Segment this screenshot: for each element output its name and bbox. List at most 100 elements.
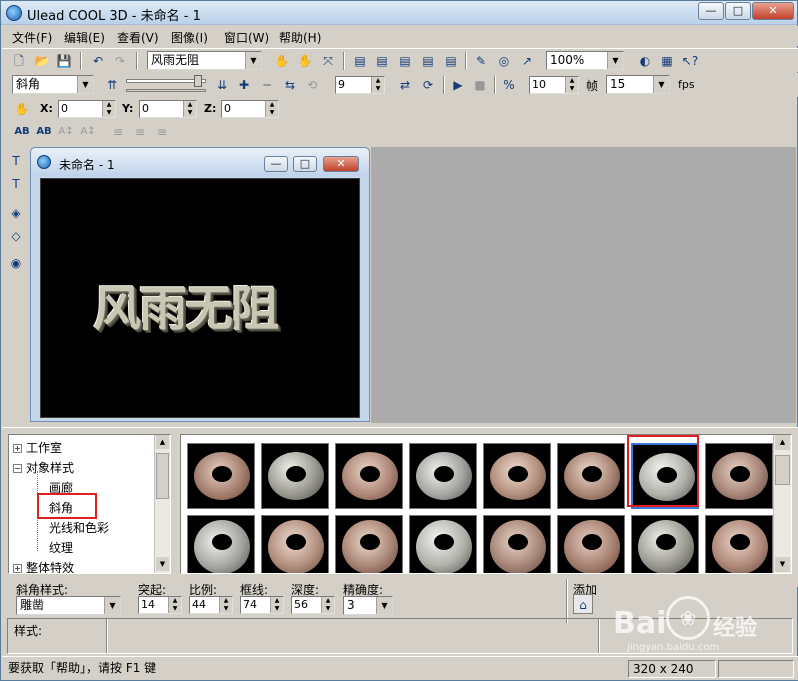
menu-edit[interactable]: 编辑(E) — [64, 29, 105, 46]
spin-arrows-icon[interactable]: ▲ ▼ — [270, 597, 283, 613]
bevel-style-thumbnail[interactable] — [335, 443, 403, 509]
tree-item-texture[interactable]: 纹理 — [49, 539, 73, 556]
graphic-icon[interactable]: ◉ — [6, 253, 26, 273]
ratio-spin[interactable]: 44 ▲ ▼ — [189, 596, 233, 614]
x-position-spin[interactable]: 0 ▲ ▼ — [58, 100, 116, 118]
spin-arrows-icon[interactable]: ▲ ▼ — [183, 101, 196, 117]
maximize-button[interactable]: □ — [725, 2, 751, 20]
bevel-style-thumbnail[interactable] — [557, 515, 625, 573]
tree-item-studio[interactable]: + 工作室 — [13, 439, 62, 456]
collapse-icon[interactable]: − — [13, 464, 22, 473]
insert-text-icon[interactable]: T — [6, 151, 26, 171]
chevron-down-icon[interactable]: ▼ — [104, 597, 120, 614]
bevel-style-thumbnail[interactable] — [627, 435, 699, 509]
scroll-down-icon[interactable]: ▼ — [156, 557, 169, 571]
redo-icon[interactable]: ↷ — [110, 51, 130, 71]
loop-icon[interactable]: ⟳ — [418, 75, 438, 95]
bevel-style-thumbnail[interactable] — [705, 443, 773, 509]
bevel-style-thumbnail[interactable] — [483, 515, 551, 573]
chevron-down-icon[interactable]: ▼ — [77, 76, 93, 93]
bevel-style-thumbnail[interactable] — [631, 515, 699, 573]
stop-icon[interactable]: ■ — [470, 75, 490, 95]
align-right-icon[interactable]: ≡ — [152, 122, 172, 142]
layer-down-icon[interactable]: ▤ — [418, 51, 438, 71]
globe-icon[interactable]: ◎ — [494, 51, 514, 71]
frame-number-spin[interactable]: 9 ▲ ▼ — [335, 76, 385, 94]
select-object-icon[interactable]: ◇ — [6, 226, 26, 246]
minimize-button[interactable]: — — [698, 2, 724, 20]
render-canvas[interactable]: 风雨无阻 — [40, 178, 360, 418]
chevron-down-icon[interactable]: ▼ — [607, 52, 623, 69]
menu-file[interactable]: 文件(F) — [12, 29, 52, 46]
tree-item-light-color[interactable]: 光线和色彩 — [49, 519, 109, 536]
close-button[interactable]: ✕ — [752, 2, 794, 20]
layer-fit-icon[interactable]: ▤ — [441, 51, 461, 71]
layer-up-icon[interactable]: ▤ — [395, 51, 415, 71]
undo-icon[interactable]: ↶ — [88, 51, 108, 71]
expand-icon[interactable]: + — [13, 444, 22, 453]
scroll-thumb[interactable] — [775, 455, 790, 485]
spin-arrows-icon[interactable]: ▲ ▼ — [102, 101, 115, 117]
layer-front-icon[interactable]: ▤ — [350, 51, 370, 71]
spin-arrows-icon[interactable]: ▲ ▼ — [321, 597, 334, 613]
precision-combo[interactable]: 3 ▼ — [343, 596, 393, 615]
bevel-style-thumbnail[interactable] — [705, 515, 773, 573]
depth-spin[interactable]: 56 ▲ ▼ — [291, 596, 335, 614]
spin-arrows-icon[interactable]: ▲ ▼ — [219, 597, 232, 613]
layer-back-icon[interactable]: ▤ — [372, 51, 392, 71]
expand-icon[interactable]: + — [13, 564, 22, 573]
position-mode-icon[interactable]: ✋ — [12, 99, 32, 119]
gallery-scrollbar[interactable]: ▲ ▼ — [773, 435, 791, 573]
swap-icon[interactable]: ⇄ — [395, 75, 415, 95]
spin-arrows-icon[interactable]: ▲ ▼ — [565, 77, 578, 93]
hand-move-icon[interactable]: ✋ — [272, 51, 292, 71]
align-left-icon[interactable]: ≡ — [108, 122, 128, 142]
doc-minimize-button[interactable]: — — [264, 156, 288, 172]
last-frame-icon[interactable]: ⇊ — [212, 75, 232, 95]
z-position-spin[interactable]: 0 ▲ ▼ — [221, 100, 279, 118]
first-frame-icon[interactable]: ⇈ — [102, 75, 122, 95]
menu-view[interactable]: 查看(V) — [117, 29, 159, 46]
play-icon[interactable]: ▶ — [448, 75, 468, 95]
spin-arrows-icon[interactable]: ▲ ▼ — [371, 77, 384, 93]
tree-item-object-style[interactable]: − 对象样式 — [13, 459, 74, 476]
chevron-down-icon[interactable]: ▼ — [245, 52, 261, 69]
menu-window[interactable]: 窗口(W) — [224, 29, 269, 46]
resize-icon[interactable]: ⤧ — [318, 51, 338, 71]
context-help-icon[interactable]: ↖? — [680, 51, 700, 71]
total-frames-spin[interactable]: 10 ▲ ▼ — [529, 76, 579, 94]
tree-item-global-effects[interactable]: + 整体特效 — [13, 559, 74, 573]
text-spacing-wide-icon[interactable]: AB — [12, 122, 32, 142]
text-spacing-narrow-icon[interactable]: AB — [34, 122, 54, 142]
scroll-thumb[interactable] — [156, 453, 169, 499]
add-to-gallery-icon[interactable]: ⌂ — [573, 594, 593, 614]
render-icon[interactable]: ◐ — [635, 51, 655, 71]
protrude-spin[interactable]: 14 ▲ ▼ — [138, 596, 182, 614]
tree-scrollbar[interactable]: ▲ ▼ — [154, 435, 170, 573]
y-position-spin[interactable]: 0 ▲ ▼ — [139, 100, 197, 118]
object-type-combo[interactable]: 斜角 ▼ — [12, 75, 94, 94]
add-keyframe-icon[interactable]: ✚ — [234, 75, 254, 95]
bevel-style-combo[interactable]: 雕凿 ▼ — [16, 596, 121, 615]
rotate-hand-icon[interactable]: ✋ — [295, 51, 315, 71]
fps-combo[interactable]: 15 ▼ — [606, 75, 670, 94]
insert-object-icon[interactable]: ◈ — [6, 203, 26, 223]
text-font-combo[interactable]: 风雨无阻 ▼ — [147, 51, 262, 70]
open-folder-icon[interactable]: 📂 — [32, 51, 52, 71]
new-file-icon[interactable]: 🗋 — [9, 51, 29, 71]
bevel-style-thumbnail[interactable] — [187, 515, 255, 573]
timeline-slider-thumb[interactable] — [194, 75, 202, 87]
reverse-keyframe-icon[interactable]: ⇆ — [280, 75, 300, 95]
bevel-style-thumbnail[interactable] — [187, 443, 255, 509]
menu-image[interactable]: 图像(I) — [171, 29, 208, 46]
bevel-style-thumbnail[interactable] — [261, 515, 329, 573]
menu-help[interactable]: 帮助(H) — [279, 29, 321, 46]
edit-text-icon[interactable]: T — [6, 174, 26, 194]
doc-maximize-button[interactable]: □ — [293, 156, 317, 172]
scroll-down-icon[interactable]: ▼ — [775, 557, 790, 572]
bevel-style-thumbnail[interactable] — [557, 443, 625, 509]
bevel-style-thumbnail[interactable] — [261, 443, 329, 509]
remove-keyframe-icon[interactable]: ━ — [257, 75, 277, 95]
scroll-up-icon[interactable]: ▲ — [775, 435, 790, 450]
gallery-icon[interactable]: ▦ — [657, 51, 677, 71]
